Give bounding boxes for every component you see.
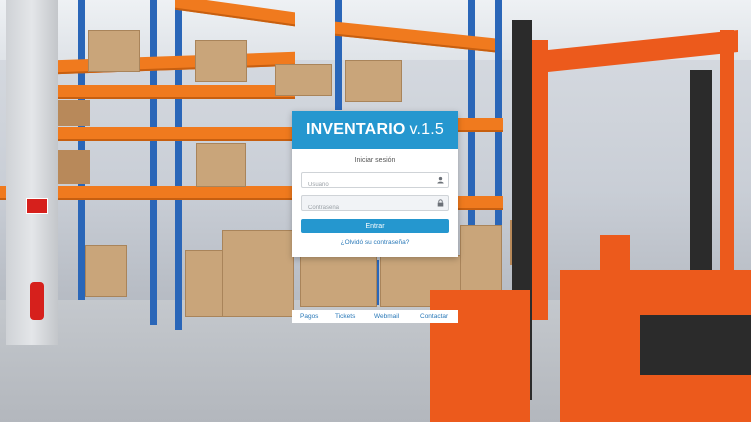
footer-link-tickets[interactable]: Tickets xyxy=(335,313,355,320)
login-subtitle: Iniciar sesión xyxy=(354,157,396,164)
password-input[interactable] xyxy=(302,201,428,215)
forgot-password-link[interactable]: ¿Olvidó su contraseña? xyxy=(292,239,458,246)
cardboard-box xyxy=(88,30,140,72)
user-icon xyxy=(437,176,444,184)
footer-link-webmail[interactable]: Webmail xyxy=(374,313,399,320)
forklift-mast xyxy=(720,30,734,290)
app-version: v.1.5 xyxy=(409,121,444,138)
cardboard-box xyxy=(275,64,332,96)
cardboard-box xyxy=(195,40,247,82)
rack-beam xyxy=(458,196,503,210)
pallet-stack xyxy=(56,150,90,184)
rack-beam xyxy=(458,118,503,132)
rack-beam xyxy=(55,85,295,99)
pallet-stack xyxy=(56,100,90,126)
rack-upright xyxy=(335,0,342,110)
cardboard-box xyxy=(196,143,246,187)
cardboard-box xyxy=(460,225,502,292)
fire-extinguisher xyxy=(30,282,44,320)
cardboard-box xyxy=(345,60,402,102)
rack-upright xyxy=(175,0,182,330)
login-header: INVENTARIO v.1.5 xyxy=(292,111,458,149)
rack-upright xyxy=(150,0,157,325)
username-field[interactable] xyxy=(301,172,449,192)
footer-link-pagos[interactable]: Pagos xyxy=(300,313,318,320)
forklift-seat xyxy=(640,315,751,375)
username-input[interactable] xyxy=(302,178,428,192)
forklift-part xyxy=(600,235,630,270)
rack-beam xyxy=(55,127,295,141)
app-title: INVENTARIO xyxy=(306,121,406,138)
footer-links: Pagos Tickets Webmail Contactar xyxy=(292,310,458,323)
forklift-mast xyxy=(530,40,548,320)
cardboard-box xyxy=(85,245,127,297)
password-field[interactable] xyxy=(301,195,449,215)
login-card: INVENTARIO v.1.5 Iniciar sesión Entrar ¿… xyxy=(292,111,458,257)
lock-icon xyxy=(437,199,444,207)
fire-sign xyxy=(26,198,48,214)
cardboard-box xyxy=(222,230,294,317)
login-button[interactable]: Entrar xyxy=(301,219,449,233)
footer-link-contactar[interactable]: Contactar xyxy=(420,313,448,320)
